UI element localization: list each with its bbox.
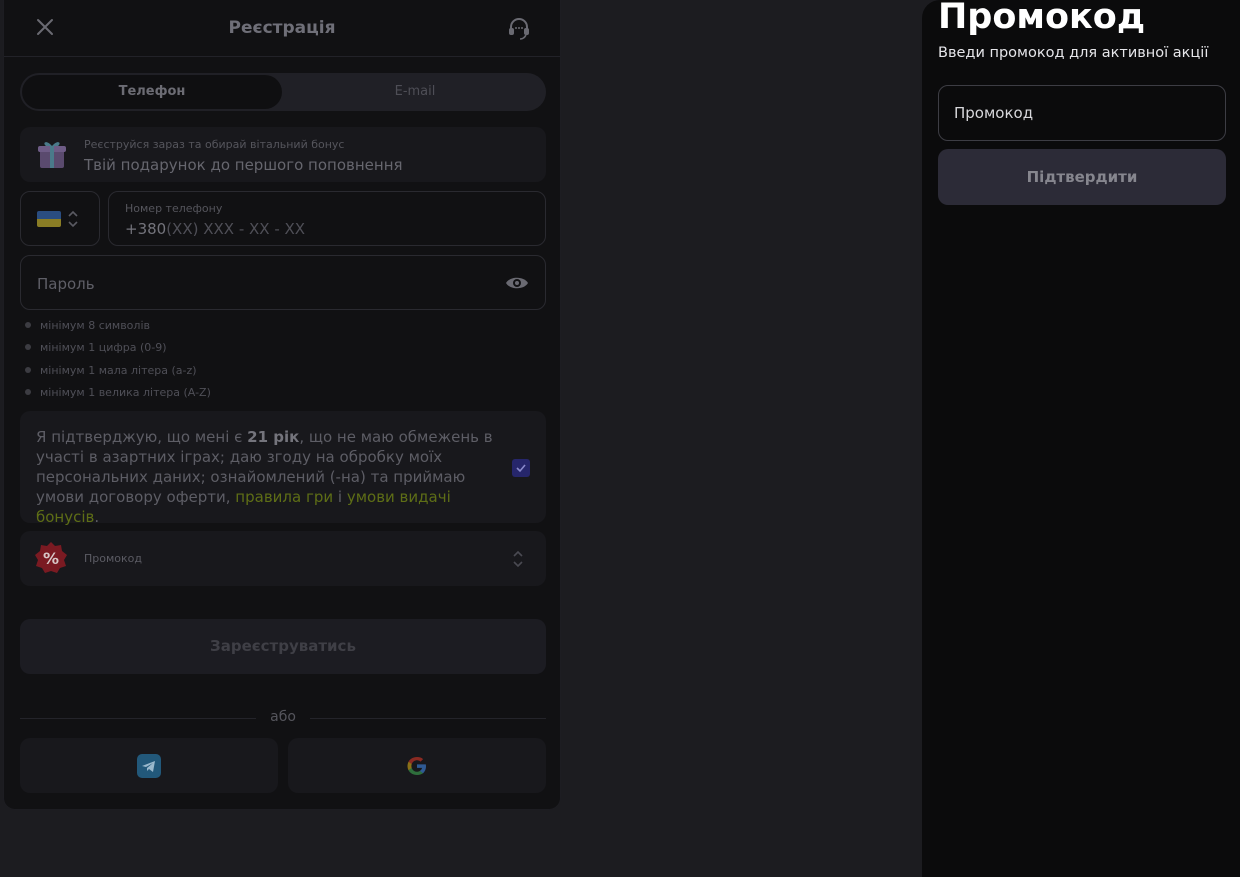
bonus-text: Твій подарунок до першого поповнення: [84, 156, 403, 174]
consent-text: Я підтверджую, що мені є 21 рік, що не м…: [36, 428, 493, 526]
telegram-login-button[interactable]: [20, 738, 278, 793]
google-icon: [407, 757, 426, 775]
password-rule: мінімум 8 символів: [24, 319, 211, 341]
promo-code-label: Промокод: [84, 552, 142, 565]
chevron-updown-icon: [68, 210, 78, 228]
eye-icon: [506, 277, 528, 289]
phone-mask: (XX) XXX - XX - XX: [166, 220, 306, 238]
promo-panel-subtitle: Введи промокод для активної акції: [938, 45, 1209, 61]
gift-icon: [38, 142, 66, 168]
password-rule: мінімум 1 велика літера (A-Z): [24, 386, 211, 408]
country-selector[interactable]: [20, 191, 100, 246]
tab-email[interactable]: E-mail: [284, 73, 546, 111]
or-label: або: [270, 709, 296, 725]
headset-icon: [509, 18, 529, 40]
svg-text:%: %: [43, 549, 59, 568]
register-button[interactable]: Зареєструватись: [20, 619, 546, 674]
registration-modal: Реєстрація Телефон E-mail Реєструйся зар…: [3, 0, 561, 810]
consent-checkbox[interactable]: [512, 459, 530, 477]
bonus-caption: Реєструйся зараз та обирай вітальний бон…: [84, 138, 345, 151]
password-placeholder: Пароль: [37, 275, 95, 293]
phone-prefix: +380: [125, 220, 167, 238]
support-button[interactable]: [506, 15, 532, 41]
modal-header: Реєстрація: [4, 0, 560, 57]
consent-box: Я підтверджую, що мені є 21 рік, що не м…: [20, 411, 546, 526]
show-password-button[interactable]: [505, 272, 529, 294]
ukraine-flag-icon: [37, 211, 61, 227]
phone-field[interactable]: Номер телефону +380(XX) XXX - XX - XX: [108, 191, 546, 246]
percent-badge-icon: %: [35, 542, 67, 573]
checkmark-icon: [516, 464, 526, 473]
promo-panel-title: Промокод: [938, 0, 1146, 37]
chevron-updown-icon: [513, 550, 523, 568]
game-rules-link[interactable]: правила гри: [235, 488, 333, 506]
confirm-button[interactable]: Підтвердити: [938, 149, 1226, 205]
phone-field-label: Номер телефону: [125, 202, 223, 215]
or-divider: або: [20, 709, 546, 727]
password-rule: мінімум 1 цифра (0-9): [24, 341, 211, 363]
phone-field-value: +380(XX) XXX - XX - XX: [125, 220, 305, 238]
promo-code-panel: Промокод Введи промокод для активної акц…: [922, 0, 1240, 877]
tab-phone[interactable]: Телефон: [22, 75, 282, 109]
modal-title: Реєстрація: [228, 18, 336, 38]
google-login-button[interactable]: [288, 738, 546, 793]
password-rule: мінімум 1 мала літера (a-z): [24, 364, 211, 386]
promo-code-input[interactable]: [938, 85, 1226, 141]
password-field[interactable]: Пароль: [20, 255, 546, 310]
telegram-icon: [137, 754, 161, 778]
promo-code-toggle[interactable]: % Промокод: [20, 531, 546, 586]
auth-method-tabs: Телефон E-mail: [20, 73, 546, 111]
welcome-bonus-banner[interactable]: Реєструйся зараз та обирай вітальний бон…: [20, 127, 546, 182]
password-rules: мінімум 8 символів мінімум 1 цифра (0-9)…: [24, 319, 211, 408]
